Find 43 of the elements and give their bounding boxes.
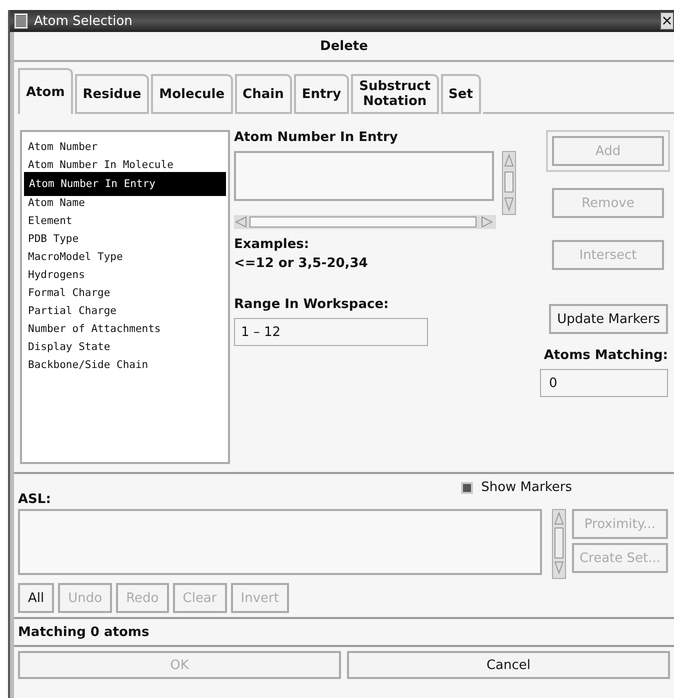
vertical-scrollbar[interactable]	[552, 509, 566, 579]
list-item[interactable]: Atom Number In Molecule	[26, 156, 224, 174]
update-markers-button[interactable]: Update Markers	[549, 304, 668, 334]
checkbox-label: Show Markers	[481, 480, 572, 495]
list-item[interactable]: MacroModel Type	[26, 248, 224, 266]
tab[interactable]: Molecule	[151, 74, 233, 114]
field-label: Range In Workspace:	[234, 297, 390, 312]
list-item[interactable]: PDB Type	[26, 230, 224, 248]
tab[interactable]: Entry	[294, 74, 350, 114]
tab[interactable]: Chain	[234, 74, 292, 114]
tab[interactable]: Substruct Notation	[351, 74, 439, 114]
list-item[interactable]: Partial Charge	[26, 302, 224, 320]
list-item[interactable]: Display State	[26, 338, 224, 356]
dialog-button[interactable]: Cancel	[347, 651, 670, 679]
list-item[interactable]: Atom Number	[26, 138, 224, 156]
list-item[interactable]: Formal Charge	[26, 284, 224, 302]
list-item[interactable]: Hydrogens	[26, 266, 224, 284]
window-menu-icon[interactable]	[14, 13, 28, 29]
tab[interactable]: Set	[440, 74, 481, 114]
list-item[interactable]: Element	[26, 212, 224, 230]
dialog-heading: Delete	[14, 32, 674, 62]
tab[interactable]: Atom	[18, 68, 73, 114]
examples-text: <=12 or 3,5-20,34	[234, 256, 369, 271]
asl-text-area[interactable]	[18, 509, 542, 575]
count-field: 0	[540, 369, 668, 397]
horizontal-scrollbar[interactable]	[234, 215, 496, 229]
examples-label: Examples:	[234, 237, 310, 252]
checkbox[interactable]	[461, 482, 474, 494]
field-label: Atoms Matching:	[544, 348, 668, 363]
vertical-scrollbar[interactable]	[502, 151, 516, 215]
tab[interactable]: Residue	[74, 74, 150, 114]
list-item[interactable]: Atom Name	[26, 194, 224, 212]
asl-label: ASL:	[18, 492, 51, 507]
field-label: Atom Number In Entry	[234, 130, 399, 145]
edit-button[interactable]: All	[18, 583, 54, 613]
range-field: 1 – 12	[234, 318, 428, 346]
list-item[interactable]: Atom Number In Entry	[26, 174, 224, 194]
list-item[interactable]: Number of Attachments	[26, 320, 224, 338]
close-button[interactable]: ×	[660, 12, 674, 30]
status-text: Matching 0 atoms	[14, 619, 674, 647]
list-item[interactable]: Backbone/Side Chain	[26, 356, 224, 374]
entry-field[interactable]	[234, 151, 494, 201]
window-title: Atom Selection	[34, 14, 134, 28]
